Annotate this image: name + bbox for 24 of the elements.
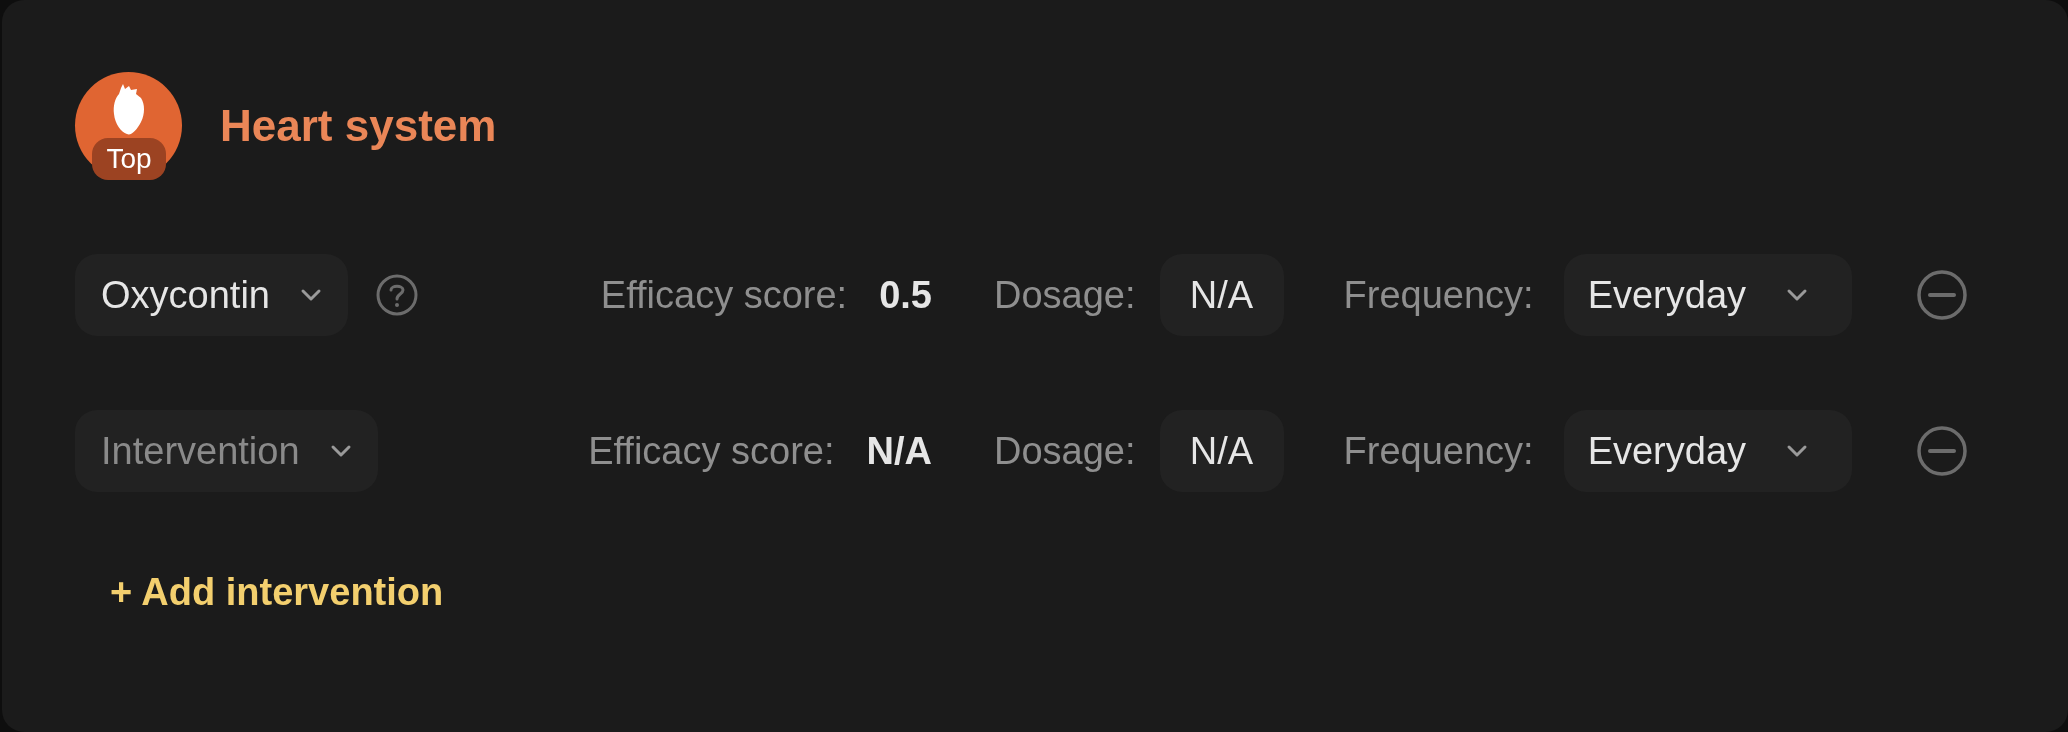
efficacy-label: Efficacy score: xyxy=(600,272,848,318)
frequency-label: Frequency: xyxy=(1343,272,1534,318)
dosage-field[interactable]: N/A xyxy=(1159,410,1284,492)
intervention-dropdown[interactable]: Oxycontin xyxy=(75,254,348,336)
help-icon[interactable] xyxy=(375,274,418,316)
intervention-dropdown[interactable]: Intervention xyxy=(75,410,378,492)
chevron-down-icon xyxy=(299,288,322,302)
dosage-label: Dosage: xyxy=(994,428,1136,474)
chevron-down-icon xyxy=(329,444,352,458)
rank-badge: Top xyxy=(92,138,166,180)
chevron-down-icon xyxy=(1786,288,1809,302)
remove-icon[interactable] xyxy=(1915,425,1968,477)
frequency-dropdown[interactable]: Everyday xyxy=(1563,254,1852,336)
add-intervention-link[interactable]: + Add intervention xyxy=(110,564,444,621)
dosage-label: Dosage: xyxy=(994,272,1136,318)
remove-icon[interactable] xyxy=(1915,269,1968,321)
dosage-field[interactable]: N/A xyxy=(1159,254,1284,336)
frequency-label: Frequency: xyxy=(1343,428,1534,474)
efficacy-label: Efficacy score: xyxy=(588,428,835,474)
system-title: Heart system xyxy=(220,99,497,152)
chevron-down-icon xyxy=(1786,444,1809,458)
efficacy-value: 0.5 xyxy=(879,272,932,318)
efficacy-value: N/A xyxy=(866,428,932,474)
frequency-dropdown[interactable]: Everyday xyxy=(1563,410,1852,492)
